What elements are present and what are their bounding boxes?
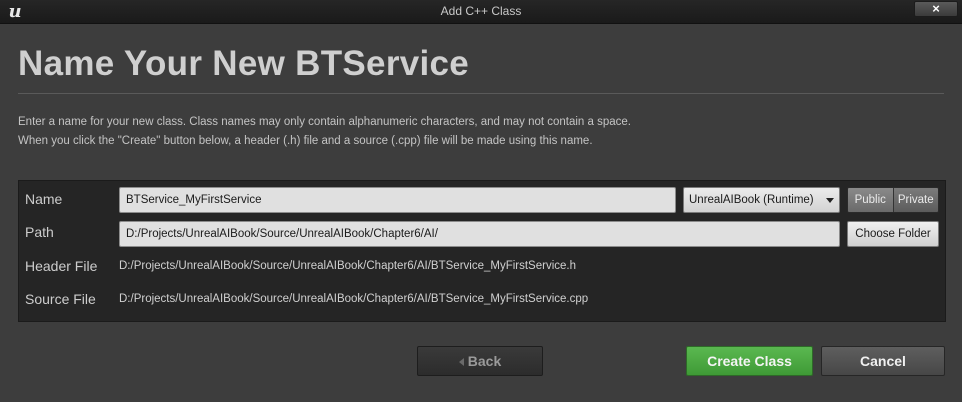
name-label: Name xyxy=(25,191,63,207)
create-class-button[interactable]: Create Class xyxy=(686,346,813,376)
class-settings-panel: Name BTService_MyFirstService UnrealAIBo… xyxy=(18,180,946,322)
header-file-value: D:/Projects/UnrealAIBook/Source/UnrealAI… xyxy=(119,260,576,272)
back-button[interactable]: Back xyxy=(417,346,543,376)
public-option[interactable]: Public xyxy=(848,188,894,212)
close-button[interactable]: × xyxy=(914,1,958,17)
description: Enter a name for your new class. Class n… xyxy=(18,113,938,151)
path-label: Path xyxy=(25,224,54,240)
description-line-1: Enter a name for your new class. Class n… xyxy=(18,116,631,128)
cancel-button[interactable]: Cancel xyxy=(821,346,945,376)
visibility-toggle: Public Private xyxy=(847,187,939,213)
module-selected-value: UnrealAIBook (Runtime) xyxy=(689,194,814,206)
back-arrow-icon xyxy=(458,358,464,367)
private-option[interactable]: Private xyxy=(893,188,938,212)
window-title: Add C++ Class xyxy=(440,4,522,18)
title-divider xyxy=(18,93,944,94)
class-name-input[interactable]: BTService_MyFirstService xyxy=(119,187,676,213)
choose-folder-button[interactable]: Choose Folder xyxy=(847,221,939,247)
description-line-2: When you click the "Create" button below… xyxy=(18,135,593,147)
source-file-label: Source File xyxy=(25,291,96,307)
add-cpp-class-dialog: u Add C++ Class × Name Your New BTServic… xyxy=(0,0,962,402)
source-file-value: D:/Projects/UnrealAIBook/Source/UnrealAI… xyxy=(119,293,589,305)
header-file-label: Header File xyxy=(25,258,98,274)
page-title: Name Your New BTService xyxy=(18,44,470,83)
module-dropdown[interactable]: UnrealAIBook (Runtime) xyxy=(683,187,840,213)
back-label: Back xyxy=(467,353,502,369)
title-bar: u Add C++ Class × xyxy=(0,0,962,24)
path-input[interactable]: D:/Projects/UnrealAIBook/Source/UnrealAI… xyxy=(119,221,840,247)
chevron-down-icon xyxy=(826,198,834,203)
